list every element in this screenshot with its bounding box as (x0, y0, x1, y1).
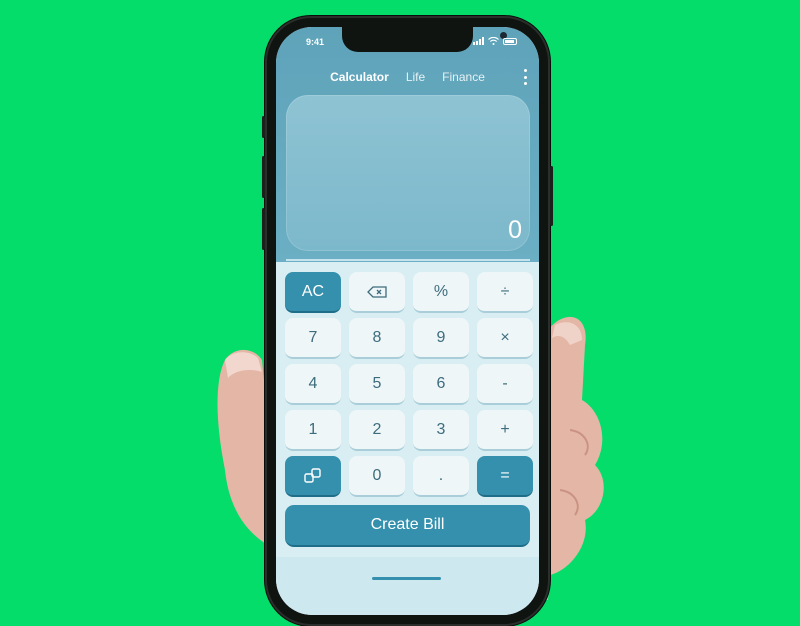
convert-icon (304, 467, 321, 483)
tab-life[interactable]: Life (406, 70, 425, 84)
notch (342, 27, 507, 52)
divide-button[interactable]: ÷ (477, 272, 533, 313)
key-8[interactable]: 8 (349, 318, 405, 359)
keypad: AC % ÷ 7 8 9 × 4 5 6 - 1 2 3 + 0 . = (285, 272, 533, 497)
bottom-area (276, 557, 539, 615)
status-time: 9:41 (306, 37, 325, 47)
equals-button[interactable]: = (477, 456, 533, 497)
create-bill-button[interactable]: Create Bill (285, 505, 530, 547)
ac-button[interactable]: AC (285, 272, 341, 313)
volume-up-button (262, 156, 265, 198)
tab-finance[interactable]: Finance (442, 70, 485, 84)
key-5[interactable]: 5 (349, 364, 405, 405)
tab-calculator[interactable]: Calculator (330, 70, 389, 84)
key-6[interactable]: 6 (413, 364, 469, 405)
minus-button[interactable]: - (477, 364, 533, 405)
volume-down-button (262, 208, 265, 250)
wifi-icon (488, 37, 499, 45)
divider (286, 259, 530, 261)
key-0[interactable]: 0 (349, 456, 405, 497)
backspace-icon (367, 285, 387, 298)
tab-bar: Calculator Life Finance (276, 70, 539, 84)
phone-screen: 9:41 Calculator Life Finance 0 AC % ÷ 7 … (276, 27, 539, 615)
backspace-button[interactable] (349, 272, 405, 313)
battery-icon (503, 37, 517, 45)
display-value: 0 (508, 216, 522, 244)
home-indicator[interactable] (372, 577, 441, 580)
key-2[interactable]: 2 (349, 410, 405, 451)
decimal-button[interactable]: . (413, 456, 469, 497)
phone-frame: 9:41 Calculator Life Finance 0 AC % ÷ 7 … (262, 16, 553, 626)
multiply-button[interactable]: × (477, 318, 533, 359)
signal-icon (473, 37, 484, 45)
plus-button[interactable]: + (477, 410, 533, 451)
percent-button[interactable]: % (413, 272, 469, 313)
more-menu-icon[interactable] (523, 69, 527, 85)
thumb-illustration (185, 355, 305, 605)
key-7[interactable]: 7 (285, 318, 341, 359)
key-3[interactable]: 3 (413, 410, 469, 451)
status-icons (473, 37, 517, 45)
mute-switch (262, 116, 265, 138)
power-button (550, 166, 553, 226)
calculator-display: 0 (286, 95, 530, 251)
key-9[interactable]: 9 (413, 318, 469, 359)
